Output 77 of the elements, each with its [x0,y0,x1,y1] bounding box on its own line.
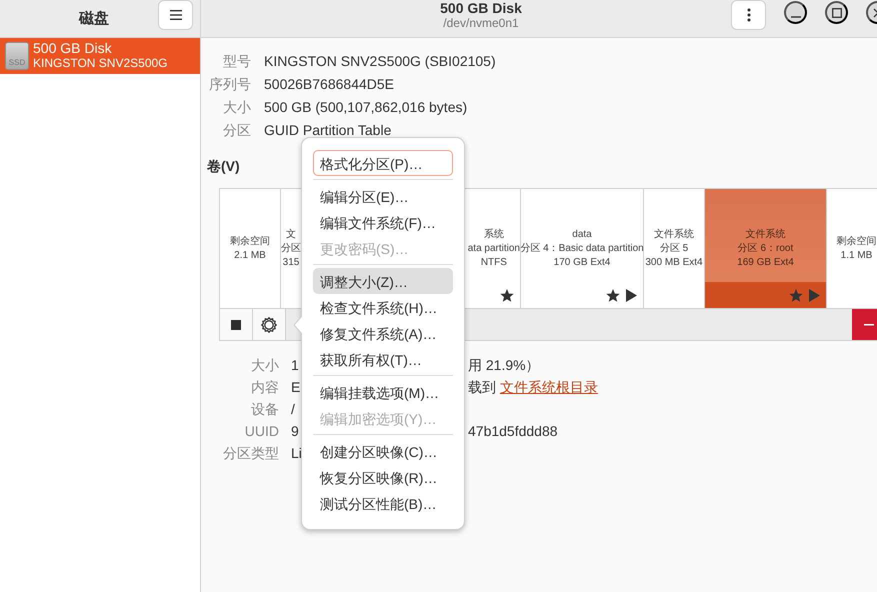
more-button[interactable] [731,0,766,30]
maximize-icon [832,8,842,18]
field-label: 大小 [250,356,280,375]
maximize-button[interactable] [825,1,848,24]
menu-item[interactable]: 创建分区映像(C)… [313,438,453,464]
partition-segment[interactable]: data 分区 4：Basic data partition 170 GB Ext4 [521,189,644,308]
mount-point-link[interactable]: 文件系统根目录 [500,379,598,395]
minimize-button[interactable] [784,1,807,24]
segment-label: 2.1 MB [234,248,266,262]
field-value: 1 [291,356,299,375]
segment-label: 剩余空间 [836,234,876,248]
field-value: KINGSTON SNV2S500G (SBI02105) [264,52,497,71]
menu-icon [170,10,182,20]
segment-label: 剩余空间 [230,234,270,248]
stop-icon [231,320,241,330]
menu-item[interactable]: 修复文件系统(A)… [313,320,453,346]
partition-segment[interactable]: 剩余空间 1.1 MB [827,189,877,308]
field-label: 设备 [250,400,280,419]
settings-button[interactable] [253,309,286,340]
segment-label: 文件系统 [654,228,694,242]
minus-icon [864,324,874,326]
field-value: 用 21.9%） [468,357,540,373]
partition-segment[interactable]: 剩余空间 2.1 MB [220,189,281,308]
window-subtitle: /dev/nvme0n1 [443,16,519,30]
field-value: 50026B7686844D5E [264,75,396,94]
segment-label: ata partition [468,242,520,256]
unmount-button[interactable] [220,309,253,340]
segment-label: 分区 5 [660,242,688,256]
segment-label: 文 [286,228,296,242]
sidebar-title: 磁盘 [78,9,110,28]
more-icon [746,8,750,22]
segment-label: 分区 6：root [738,242,794,256]
field-value: 500 GB (500,107,862,016 bytes) [264,98,468,117]
field-value: GUID Partition Table [264,121,392,140]
segment-label: 169 GB Ext4 [737,256,794,270]
window-title: 500 GB Disk [440,0,522,16]
field-value: 9 [291,422,299,441]
segment-label: NTFS [480,256,507,270]
field-label: 序列号 [208,75,251,94]
field-value: 47b1d5fddd88 [468,423,558,439]
ssd-icon: SSD [5,42,29,70]
segment-label: 1.1 MB [840,248,872,262]
menu-item[interactable]: 编辑分区(E)… [313,183,453,209]
menu-item[interactable]: 格式化分区(P)… [313,150,453,176]
field-value: E [291,378,300,397]
settings-icon [261,316,277,332]
segment-label: 300 MB Ext4 [645,256,703,270]
field-label: UUID [244,422,280,441]
disk-name: 500 GB Disk [33,41,113,56]
menu-item[interactable]: 编辑文件系统(F)… [313,209,453,235]
field-label: 型号 [222,52,251,71]
menu-item[interactable]: 编辑挂载选项(M)… [313,379,453,405]
segment-label: 315 [282,256,300,270]
menu-item[interactable]: 恢复分区映像(R)… [313,464,453,490]
volumes-heading: 卷(V) [207,157,240,176]
segment-label: 分区 4：Basic data partition [520,242,644,256]
disk-model: KINGSTON SNV2S500G [33,56,168,71]
field-value: Li [291,444,302,463]
menu-item[interactable]: 获取所有权(T)… [313,346,453,372]
field-label: 内容 [250,378,280,397]
segment-label: data [572,228,592,242]
menu-item[interactable]: 测试分区性能(B)… [313,490,453,516]
menu-item[interactable]: 调整大小(Z)… [313,268,453,294]
disk-item[interactable]: SSD 500 GB Disk KINGSTON SNV2S500G [0,38,200,74]
segment-label: 系统 [484,228,504,242]
field-label: 分区类型 [222,444,280,463]
field-label: 大小 [222,98,251,117]
segment-label: 文件系统 [745,228,786,242]
segment-label: 170 GB Ext4 [554,256,610,270]
segment-label: 分区 [281,242,301,256]
field-label: 分区 [222,121,251,140]
menu-button[interactable] [158,0,193,30]
menu-item[interactable]: 检查文件系统(H)… [313,294,453,320]
minimize-icon [790,16,800,18]
field-value: 载到 [468,379,496,395]
partition-segment[interactable]: 文件系统 分区 6：root 169 GB Ext4 [705,189,827,308]
field-value: / [291,400,295,419]
